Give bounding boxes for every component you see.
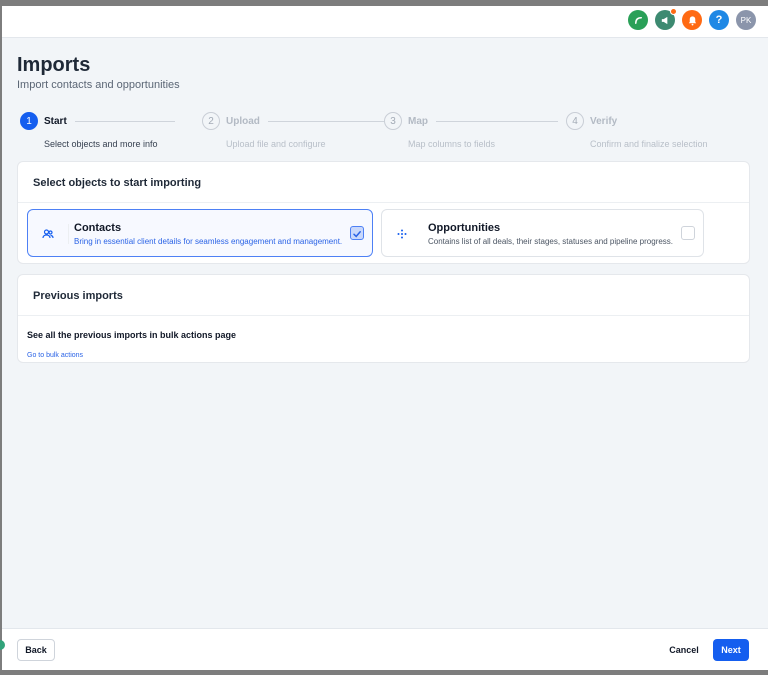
page-subtitle: Import contacts and opportunities — [17, 79, 180, 91]
notification-dot — [670, 8, 677, 15]
top-bar: ? PK — [2, 6, 768, 38]
step-label: Upload — [226, 115, 260, 127]
stepper: 1 Start Select objects and more info 2 U… — [20, 112, 740, 152]
step-verify[interactable]: 4 Verify Confirm and finalize selection — [566, 112, 708, 149]
avatar-initials: PK — [740, 15, 752, 25]
next-button[interactable]: Next — [713, 639, 749, 661]
step-description: Confirm and finalize selection — [590, 139, 708, 149]
step-map[interactable]: 3 Map Map columns to fields — [384, 112, 558, 149]
step-number: 1 — [20, 112, 38, 130]
check-icon — [353, 231, 361, 238]
bell-icon[interactable] — [682, 10, 702, 30]
option-description: Bring in essential client details for se… — [74, 237, 343, 246]
step-label: Verify — [590, 115, 618, 127]
footer-bar: Back Cancel Next — [2, 628, 768, 670]
step-connector — [436, 120, 558, 122]
contacts-checkbox[interactable] — [350, 226, 364, 240]
option-divider — [68, 224, 69, 244]
opportunities-icon — [397, 229, 407, 239]
option-opportunities[interactable]: Opportunities Contains list of all deals… — [381, 209, 704, 257]
select-objects-heading: Select objects to start importing — [18, 162, 749, 203]
option-contacts[interactable]: Contacts Bring in essential client detai… — [27, 209, 373, 257]
step-label: Start — [44, 115, 67, 127]
step-connector — [267, 120, 384, 122]
previous-imports-text: See all the previous imports in bulk act… — [27, 330, 237, 340]
option-title: Contacts — [74, 222, 122, 234]
step-label: Map — [408, 115, 428, 127]
help-icon[interactable]: ? — [709, 10, 729, 30]
step-description: Upload file and configure — [226, 139, 326, 149]
step-connector — [74, 120, 175, 122]
app-window: ? PK Imports Import contacts and opportu… — [2, 6, 768, 670]
help-glyph: ? — [715, 14, 723, 26]
page-title: Imports — [17, 54, 91, 76]
option-title: Opportunities — [428, 222, 501, 234]
select-objects-card: Select objects to start importing Contac… — [17, 161, 750, 264]
phone-icon[interactable] — [628, 10, 648, 30]
opportunities-checkbox[interactable] — [681, 226, 695, 240]
step-description: Map columns to fields — [408, 139, 496, 149]
cancel-button[interactable]: Cancel — [664, 639, 704, 661]
contacts-icon — [42, 229, 54, 239]
step-upload[interactable]: 2 Upload Upload file and configure — [202, 112, 384, 149]
avatar[interactable]: PK — [736, 10, 756, 30]
header-actions: ? PK — [628, 8, 756, 30]
back-button[interactable]: Back — [17, 639, 55, 661]
megaphone-icon[interactable] — [655, 8, 677, 30]
step-number: 3 — [384, 112, 402, 130]
step-number: 2 — [202, 112, 220, 130]
bulk-actions-link[interactable]: Go to bulk actions — [27, 352, 83, 359]
previous-imports-heading: Previous imports — [18, 275, 749, 316]
previous-imports-card: Previous imports See all the previous im… — [17, 274, 750, 363]
step-start[interactable]: 1 Start Select objects and more info — [20, 112, 175, 149]
step-description: Select objects and more info — [44, 139, 158, 149]
step-number: 4 — [566, 112, 584, 130]
option-description: Contains list of all deals, their stages… — [428, 237, 674, 246]
